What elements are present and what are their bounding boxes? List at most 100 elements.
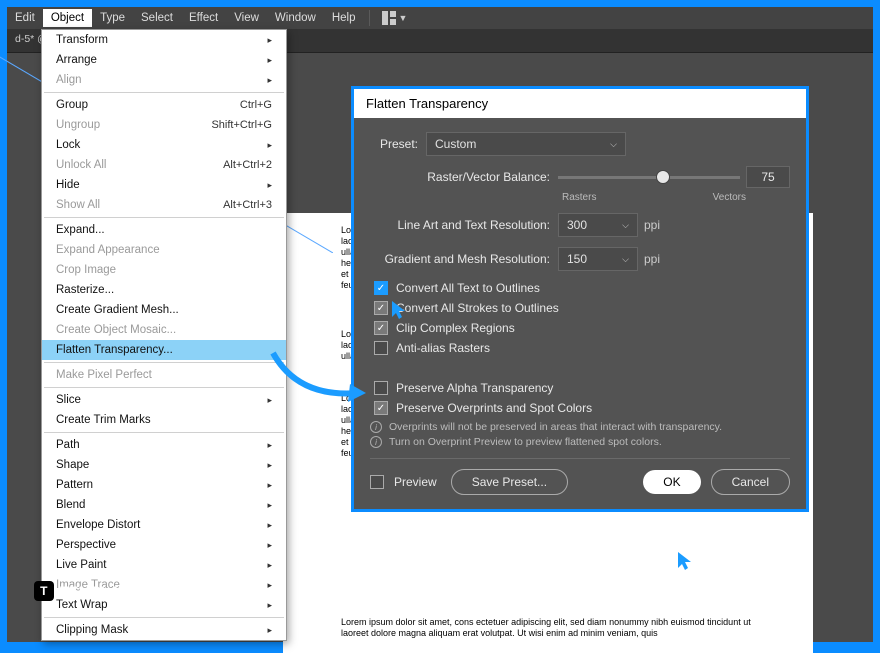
line-res-select[interactable]: 300 ⌵	[558, 213, 638, 237]
balance-right: Vectors	[713, 192, 746, 203]
menu-item-slice[interactable]: Slice▸	[42, 390, 286, 410]
annotation-cursor-icon	[390, 299, 408, 326]
chevron-right-icon: ▸	[267, 180, 272, 191]
layout-icon[interactable]	[382, 11, 396, 25]
save-preset-button[interactable]: Save Preset...	[451, 469, 568, 495]
menu-select[interactable]: Select	[133, 9, 181, 27]
cbx-convert-strokes[interactable]: ✓	[374, 301, 388, 315]
cbx-anti-alias[interactable]	[374, 341, 388, 355]
menu-view[interactable]: View	[226, 9, 267, 27]
line-res-label: Line Art and Text Resolution:	[370, 218, 550, 232]
menu-window[interactable]: Window	[267, 9, 324, 27]
chevron-right-icon: ▸	[267, 55, 272, 66]
menu-item-expand-appearance: Expand Appearance	[42, 240, 286, 260]
menu-item-path[interactable]: Path▸	[42, 435, 286, 455]
preset-value: Custom	[435, 137, 476, 151]
divider	[370, 458, 790, 459]
chevron-down-icon: ⌵	[622, 254, 629, 265]
menu-help[interactable]: Help	[324, 9, 364, 27]
chevron-right-icon: ▸	[267, 625, 272, 636]
menu-item-label: Hide	[56, 179, 80, 191]
cbx-preview[interactable]	[370, 475, 384, 489]
chevron-right-icon: ▸	[267, 480, 272, 491]
slider-knob[interactable]	[656, 170, 670, 184]
menu-item-create-gradient-mesh[interactable]: Create Gradient Mesh...	[42, 300, 286, 320]
menu-separator	[44, 387, 284, 388]
line-res-value: 300	[567, 218, 587, 232]
menu-item-label: Live Paint	[56, 559, 107, 571]
menu-item-arrange[interactable]: Arrange ▸	[42, 50, 286, 70]
menu-edit[interactable]: Edit	[7, 9, 43, 27]
preset-select[interactable]: Custom ⌵	[426, 132, 626, 156]
menu-item-label: Ungroup	[56, 119, 100, 131]
menu-item-label: Expand Appearance	[56, 244, 160, 256]
menu-item-rasterize[interactable]: Rasterize...	[42, 280, 286, 300]
balance-slider[interactable]	[558, 176, 740, 179]
balance-value[interactable]: 75	[746, 166, 790, 188]
ppi-label: ppi	[644, 218, 660, 232]
menu-item-label: Align	[56, 74, 82, 86]
menu-separator	[44, 432, 284, 433]
chevron-down-icon[interactable]: ▼	[398, 13, 407, 23]
annotation-arrow	[268, 348, 368, 408]
menu-item-expand[interactable]: Expand...	[42, 220, 286, 240]
menu-item-pattern[interactable]: Pattern▸	[42, 475, 286, 495]
chevron-right-icon: ▸	[267, 500, 272, 511]
watermark: T TEMPLATE .NET	[34, 581, 165, 601]
menu-item-clipping-mask[interactable]: Clipping Mask ▸	[42, 620, 286, 640]
chevron-right-icon: ▸	[267, 75, 272, 86]
chevron-right-icon: ▸	[267, 35, 272, 46]
menu-item-flatten-transparency[interactable]: Flatten Transparency...	[42, 340, 286, 360]
menu-item-create-trim-marks[interactable]: Create Trim Marks	[42, 410, 286, 430]
chevron-right-icon: ▸	[267, 580, 272, 591]
menu-effect[interactable]: Effect	[181, 9, 226, 27]
cbx-clip-complex-label: Clip Complex Regions	[396, 321, 515, 335]
cbx-preserve-overprints[interactable]: ✓	[374, 401, 388, 415]
grad-res-select[interactable]: 150 ⌵	[558, 247, 638, 271]
menu-item-label: Make Pixel Perfect	[56, 369, 152, 381]
menu-item-label: Slice	[56, 394, 81, 406]
preview-label: Preview	[394, 475, 437, 489]
menu-type[interactable]: Type	[92, 9, 133, 27]
cbx-anti-alias-label: Anti-alias Rasters	[396, 341, 490, 355]
ppi-label: ppi	[644, 252, 660, 266]
chevron-right-icon: ▸	[267, 520, 272, 531]
cbx-preserve-alpha[interactable]	[374, 381, 388, 395]
menu-item-label: Create Object Mosaic...	[56, 324, 176, 336]
cancel-button[interactable]: Cancel	[711, 469, 790, 495]
info-icon: i	[370, 436, 382, 448]
menu-item-blend[interactable]: Blend▸	[42, 495, 286, 515]
menu-item-label: Shape	[56, 459, 89, 471]
info-icon: i	[370, 421, 382, 433]
menu-item-label: Arrange	[56, 54, 97, 66]
balance-left: Rasters	[562, 192, 596, 203]
menu-item-unlock-all: Unlock All Alt+Ctrl+2	[42, 155, 286, 175]
menu-item-label: Unlock All	[56, 159, 107, 171]
menu-item-label: Lock	[56, 139, 80, 151]
shortcut-label: Alt+Ctrl+3	[223, 199, 272, 211]
ok-button[interactable]: OK	[643, 470, 700, 494]
menu-item-label: Group	[56, 99, 88, 111]
cbx-convert-strokes-label: Convert All Strokes to Outlines	[396, 301, 559, 315]
info-text-1: Overprints will not be preserved in area…	[389, 421, 722, 433]
menu-item-envelope-distort[interactable]: Envelope Distort▸	[42, 515, 286, 535]
menu-item-hide[interactable]: Hide ▸	[42, 175, 286, 195]
menu-object[interactable]: Object	[43, 9, 92, 27]
cbx-convert-text[interactable]: ✓	[374, 281, 388, 295]
chevron-right-icon: ▸	[267, 460, 272, 471]
info-text-2: Turn on Overprint Preview to preview fla…	[389, 436, 662, 448]
menu-item-label: Perspective	[56, 539, 116, 551]
menu-item-shape[interactable]: Shape ▸	[42, 455, 286, 475]
menu-item-group[interactable]: GroupCtrl+G	[42, 95, 286, 115]
watermark-logo-icon: T	[34, 581, 54, 601]
cbx-convert-text-label: Convert All Text to Outlines	[396, 281, 540, 295]
menu-item-perspective[interactable]: Perspective▸	[42, 535, 286, 555]
chevron-right-icon: ▸	[267, 600, 272, 611]
menu-item-crop-image: Crop Image	[42, 260, 286, 280]
cbx-clip-complex[interactable]: ✓	[374, 321, 388, 335]
menu-item-lock[interactable]: Lock▸	[42, 135, 286, 155]
menu-item-label: Clipping Mask	[56, 624, 128, 636]
shortcut-label: Alt+Ctrl+2	[223, 159, 272, 171]
menu-item-live-paint[interactable]: Live Paint▸	[42, 555, 286, 575]
menu-item-transform[interactable]: Transform▸	[42, 30, 286, 50]
